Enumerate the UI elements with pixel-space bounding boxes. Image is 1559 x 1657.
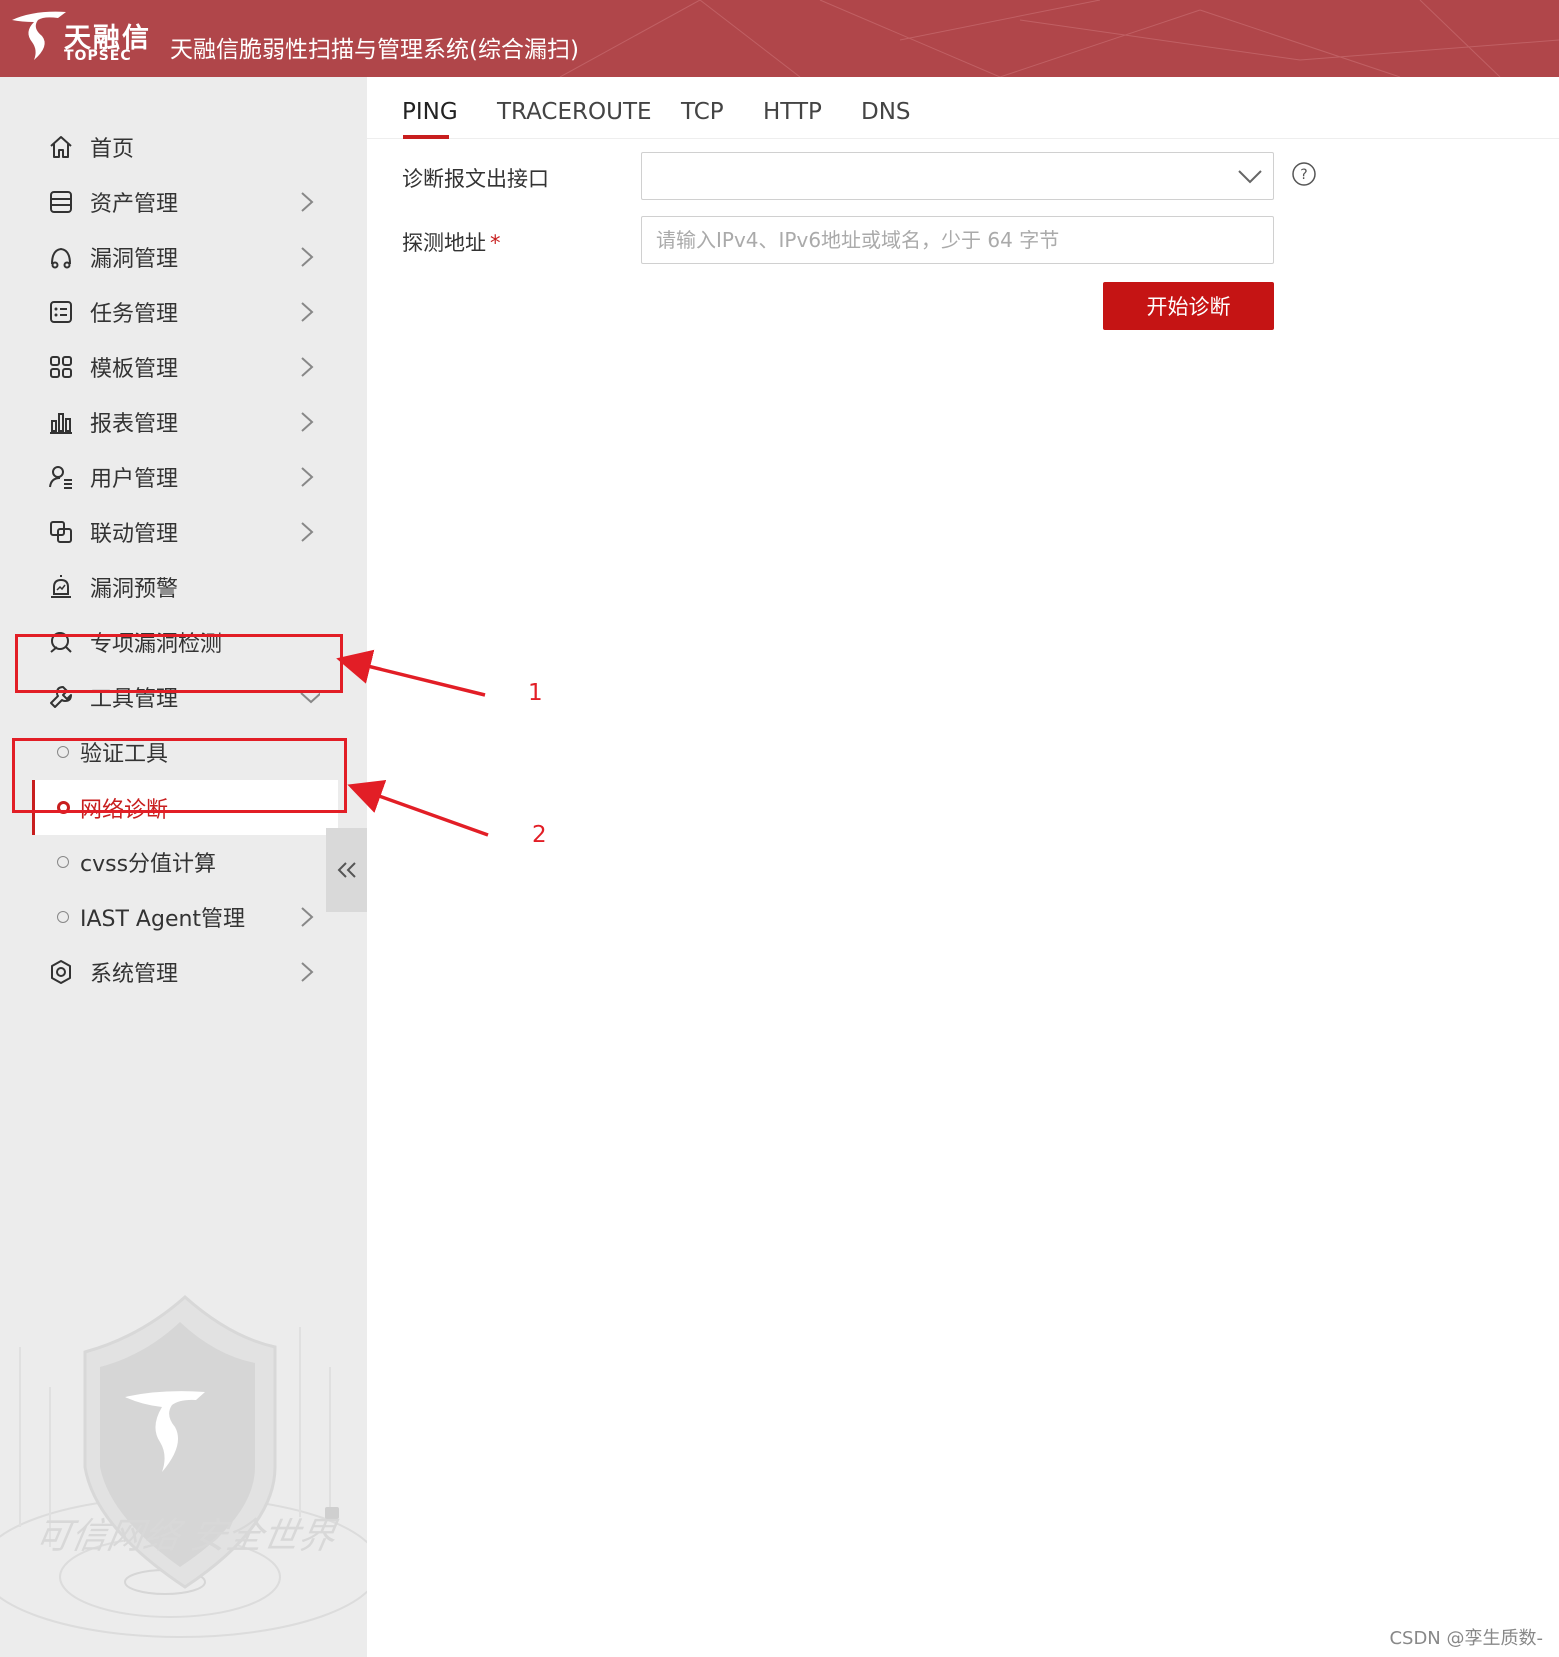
sidebar-subitem-label: IAST Agent管理	[80, 907, 246, 932]
sidebar-item-label: 模板管理	[90, 357, 179, 382]
bullet-icon	[57, 856, 69, 868]
bullet-icon	[57, 801, 70, 814]
interface-select[interactable]	[641, 152, 1274, 200]
active-indicator	[32, 780, 35, 835]
sidebar-subitem-label: 验证工具	[80, 742, 169, 767]
task-list-icon	[50, 301, 72, 323]
sidebar-subitem-label: 网络诊断	[80, 797, 169, 823]
sidebar-item-label: 任务管理	[90, 302, 179, 327]
bug-icon	[51, 247, 71, 269]
sidebar-item-label: 专项漏洞检测	[90, 632, 223, 657]
required-mark: *	[490, 231, 501, 255]
wrench-icon	[50, 686, 72, 708]
chevron-right-icon	[301, 467, 314, 487]
tab-traceroute[interactable]: TRACEROUTE	[497, 99, 652, 125]
address-input[interactable]	[641, 216, 1274, 264]
chevron-right-icon	[301, 302, 314, 322]
sidebar-item-label: 漏洞管理	[90, 247, 179, 272]
sidebar-item-label: 资产管理	[90, 192, 179, 217]
sidebar-item-reports[interactable]: 报表管理	[0, 397, 340, 447]
sidebar-item-system[interactable]: 系统管理	[0, 947, 340, 997]
user-icon	[49, 466, 72, 489]
main-panel: PING TRACEROUTE TCP HTTP DNS 诊断报文出接口 ? 探…	[367, 77, 1559, 1657]
chevron-right-icon	[301, 247, 314, 267]
tab-tcp[interactable]: TCP	[681, 99, 724, 125]
sidebar-item-assets[interactable]: 资产管理	[0, 177, 340, 227]
database-icon	[50, 191, 72, 213]
grid-icon	[50, 356, 72, 378]
sidebar-item-label: 漏洞预警	[90, 577, 179, 602]
double-chevron-left-icon	[337, 862, 356, 878]
bullet-icon	[57, 911, 69, 923]
sidebar-item-users[interactable]: 用户管理	[0, 452, 340, 502]
address-label: 探测地址 *	[402, 227, 501, 257]
chevron-right-icon	[301, 962, 314, 982]
app-title: 天融信脆弱性扫描与管理系统(综合漏扫)	[170, 37, 579, 63]
chevron-right-icon	[301, 522, 314, 542]
bullet-icon	[57, 746, 69, 758]
logo-english-text: TOPSEC	[64, 48, 132, 64]
sidebar-subitem-label: cvss分值计算	[80, 852, 217, 877]
topsec-logo: 天融信 TOPSEC	[8, 6, 163, 66]
sidebar-item-label: 联动管理	[90, 522, 179, 547]
sidebar-item-home[interactable]: 首页	[0, 122, 340, 172]
active-tab-underline	[403, 135, 449, 139]
sidebar-item-label: 用户管理	[90, 467, 179, 492]
sidebar-item-label: 报表管理	[90, 412, 179, 437]
help-icon[interactable]: ?	[1291, 161, 1317, 187]
sidebar-item-tasks[interactable]: 任务管理	[0, 287, 340, 337]
sidebar-item-vulns[interactable]: 漏洞管理	[0, 232, 340, 282]
svg-text:?: ?	[1300, 167, 1307, 183]
app-header: 天融信 TOPSEC 天融信脆弱性扫描与管理系统(综合漏扫)	[0, 0, 1559, 77]
tab-ping[interactable]: PING	[402, 99, 458, 125]
logo-mark-icon	[12, 11, 66, 60]
tab-dns[interactable]: DNS	[861, 99, 911, 125]
chevron-right-icon	[301, 907, 314, 927]
interface-label: 诊断报文出接口	[402, 167, 549, 191]
sidebar: 首页 资产管理 漏洞管理 任务管理 模板管理 报表管理 用户管理 联动管理 漏洞…	[0, 77, 367, 1657]
sidebar-subitem-network-diagnosis[interactable]: 网络诊断	[32, 780, 338, 835]
chevron-right-icon	[301, 412, 314, 432]
watermark-slogan: 可信网络 安全世界	[31, 1516, 339, 1557]
bar-chart-icon	[50, 413, 72, 434]
link-icon	[50, 521, 72, 543]
sidebar-item-label: 首页	[90, 137, 135, 162]
chevron-right-icon	[301, 357, 314, 377]
sidebar-item-special-detection[interactable]: 专项漏洞检测	[0, 617, 340, 667]
sidebar-subitem-verify-tools[interactable]: 验证工具	[0, 727, 340, 777]
sidebar-item-label: 工具管理	[90, 687, 179, 712]
settings-icon	[51, 960, 71, 984]
home-icon	[50, 136, 72, 158]
tab-http[interactable]: HTTP	[763, 99, 822, 125]
diagnosis-tabs: PING TRACEROUTE TCP HTTP DNS	[367, 77, 1559, 139]
chevron-down-icon	[1238, 170, 1262, 184]
chevron-right-icon	[301, 192, 314, 212]
sidebar-item-alerts[interactable]: 漏洞预警	[0, 562, 340, 612]
sidebar-subitem-cvss[interactable]: cvss分值计算	[0, 837, 340, 887]
sidebar-collapse-button[interactable]	[326, 828, 367, 912]
sidebar-item-label: 系统管理	[90, 962, 179, 987]
alarm-icon	[51, 575, 71, 598]
search-icon	[50, 632, 72, 653]
start-diagnosis-button[interactable]: 开始诊断	[1103, 282, 1274, 330]
shield-watermark-image	[0, 1294, 367, 1638]
sidebar-item-templates[interactable]: 模板管理	[0, 342, 340, 392]
credit-text: CSDN @孪生质数-	[1389, 1628, 1543, 1649]
chevron-down-icon	[300, 692, 320, 704]
sidebar-item-linkage[interactable]: 联动管理	[0, 507, 340, 557]
sidebar-item-tools[interactable]: 工具管理	[0, 672, 340, 722]
sidebar-subitem-iast[interactable]: IAST Agent管理	[0, 892, 340, 942]
address-label-text: 探测地址	[402, 231, 486, 255]
